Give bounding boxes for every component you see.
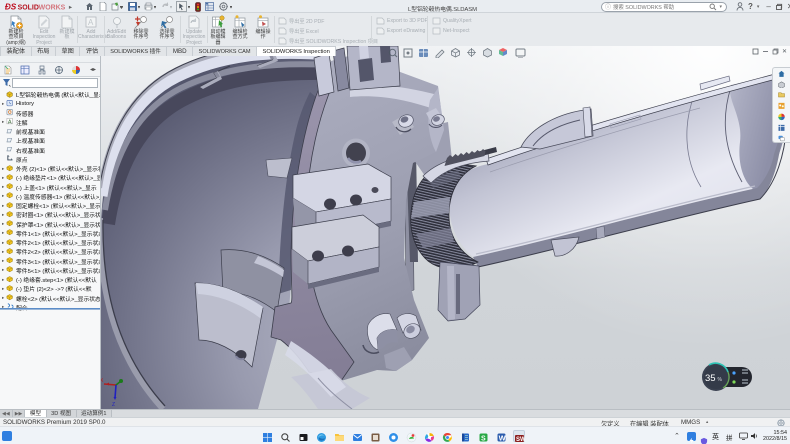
svg-text:A: A (88, 18, 94, 27)
svg-text:W: W (499, 433, 507, 442)
svg-text:S: S (481, 435, 486, 442)
svg-text:SOLID: SOLID (18, 4, 39, 11)
svg-text:35: 35 (705, 373, 716, 384)
svg-text:A: A (8, 120, 12, 125)
svg-text:▸: ▸ (69, 4, 72, 11)
svg-text:%: % (718, 377, 723, 383)
svg-text:ÐS: ÐS (5, 3, 17, 12)
svg-text:SW: SW (516, 437, 525, 443)
svg-text:WORKS: WORKS (39, 4, 66, 11)
svg-text:Z: Z (112, 402, 115, 408)
